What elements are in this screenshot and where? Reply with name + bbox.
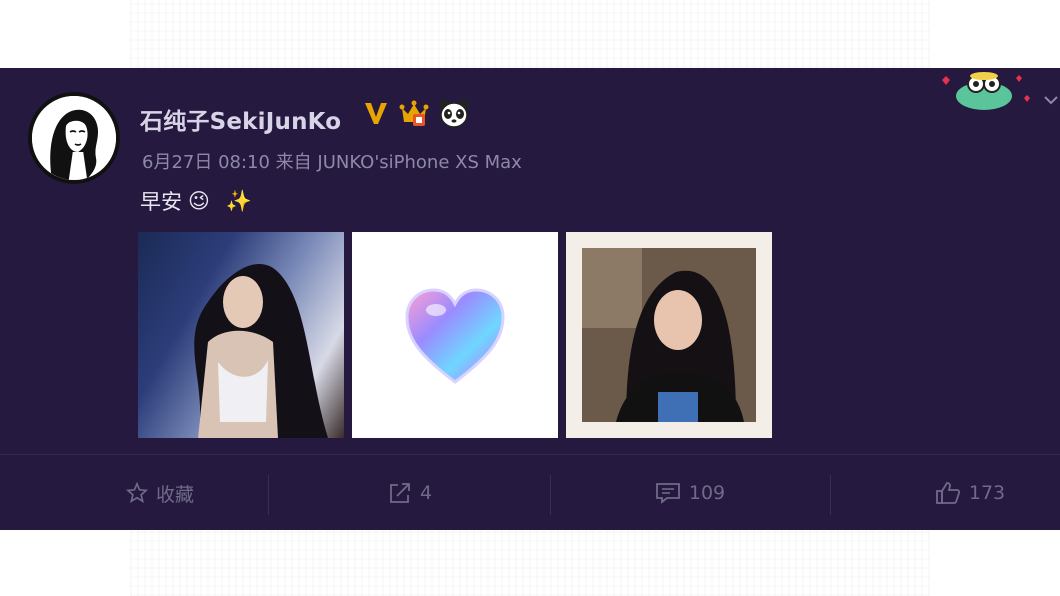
comment-button[interactable]: 109 [590, 455, 790, 531]
repost-button[interactable]: 4 [310, 455, 510, 531]
action-divider [830, 475, 831, 515]
chevron-down-icon[interactable] [1044, 94, 1058, 108]
repost-count: 4 [419, 482, 433, 504]
photo-woman-selfie[interactable] [566, 232, 772, 438]
photo-grid [138, 232, 772, 438]
thumbs-up-icon [935, 482, 960, 504]
favorite-label: 收藏 [155, 483, 194, 506]
action-divider [550, 475, 551, 515]
post-text-body: 早安 [140, 190, 182, 214]
top-background [0, 0, 1060, 68]
comment-icon [655, 483, 680, 504]
verified-v-icon[interactable] [362, 99, 390, 127]
avatar-illustration [32, 96, 116, 180]
weibo-post-card: 石纯子SekiJunKo 6月27日 08:10 来自 JUNKO'siPhon… [0, 68, 1060, 530]
author-name[interactable]: 石纯子SekiJunKo [140, 102, 341, 136]
sparkles-emoji-icon: ✨ [225, 188, 253, 213]
panda-icon[interactable] [438, 98, 470, 128]
post-text: 早安 😉 ✨ [140, 186, 252, 216]
repost-icon [390, 483, 410, 503]
photo-heart[interactable] [352, 232, 558, 438]
post-meta: 6月27日 08:10 来自 JUNKO'siPhone XS Max [142, 152, 522, 173]
action-divider [268, 475, 269, 515]
avatar[interactable] [28, 92, 120, 184]
crown-icon[interactable] [398, 98, 430, 128]
comment-count: 109 [688, 482, 726, 504]
like-button[interactable]: 173 [870, 455, 1060, 531]
favorite-button[interactable]: 收藏 [60, 455, 260, 531]
like-count: 173 [968, 482, 1006, 504]
wink-emoji-icon: 😉 [188, 189, 210, 213]
action-bar: 收藏 4 109 173 [0, 454, 1060, 531]
photo-woman-portrait[interactable] [138, 232, 344, 438]
star-icon [125, 482, 148, 503]
bottom-background [0, 530, 1060, 596]
author-badges [362, 98, 470, 128]
sticker-icon [942, 72, 1030, 110]
